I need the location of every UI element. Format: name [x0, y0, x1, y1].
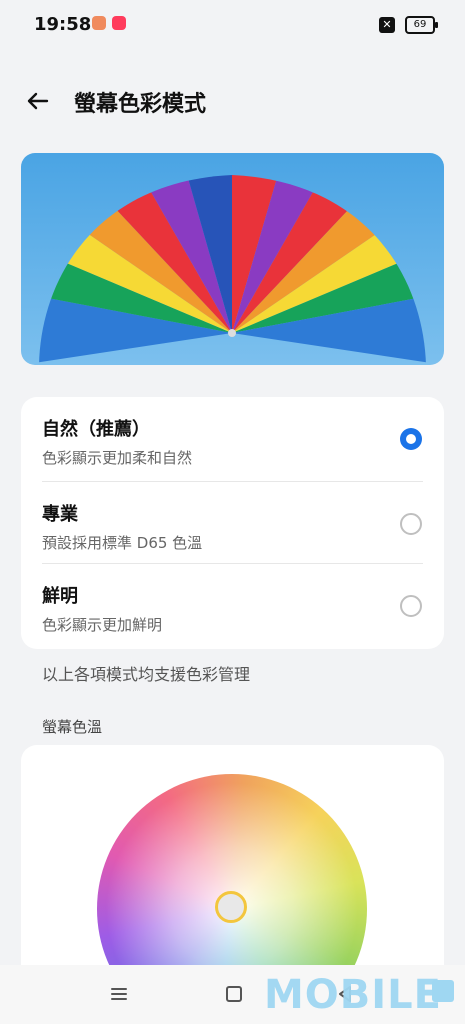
- radio-icon[interactable]: [400, 513, 422, 535]
- watermark-logo: MOBILE: [264, 972, 442, 1018]
- x-app-icon: ✕: [379, 17, 395, 33]
- option-title: 自然（推薦）: [42, 419, 150, 440]
- status-right: ✕ 69: [379, 16, 438, 34]
- option-subtitle: 色彩顯示更加柔和自然: [42, 449, 193, 467]
- battery-icon: 69: [405, 16, 438, 34]
- home-button[interactable]: [219, 979, 249, 1009]
- page-title: 螢幕色彩模式: [74, 92, 207, 117]
- option-natural[interactable]: 自然（推薦） 色彩顯示更加柔和自然: [21, 397, 444, 479]
- color-temperature-card: [21, 745, 444, 975]
- status-bar: 19:58 ✕ 69: [0, 0, 465, 52]
- color-mode-options: 自然（推薦） 色彩顯示更加柔和自然 專業 預設採用標準 D65 色溫 鮮明 色彩…: [21, 397, 444, 649]
- section-label-color-temperature: 螢幕色溫: [42, 718, 103, 736]
- radio-selected-icon[interactable]: [400, 428, 422, 450]
- parachute-preview-image: [21, 153, 444, 365]
- color-management-note: 以上各項模式均支援色彩管理: [42, 665, 251, 684]
- radio-icon[interactable]: [400, 595, 422, 617]
- option-title: 專業: [42, 504, 78, 525]
- menu-icon: [111, 988, 127, 1000]
- back-arrow-icon: [27, 92, 49, 110]
- option-professional[interactable]: 專業 預設採用標準 D65 色溫: [21, 482, 444, 564]
- wheel-handle[interactable]: [215, 891, 247, 923]
- status-time: 19:58: [34, 14, 92, 35]
- option-title: 鮮明: [42, 586, 78, 607]
- home-square-icon: [226, 986, 242, 1002]
- color-temperature-wheel[interactable]: [97, 774, 367, 975]
- status-app-icons: [92, 16, 126, 30]
- parachute-illustration: [39, 175, 426, 365]
- battery-level: 69: [413, 19, 427, 30]
- game-icon: [92, 16, 106, 30]
- option-vivid[interactable]: 鮮明 色彩顯示更加鮮明: [21, 564, 444, 646]
- video-app-icon: [112, 16, 126, 30]
- option-subtitle: 色彩顯示更加鮮明: [42, 616, 163, 634]
- option-subtitle: 預設採用標準 D65 色溫: [42, 534, 203, 552]
- page-header: 螢幕色彩模式: [0, 80, 465, 122]
- watermark-logo-mark: [432, 980, 454, 1002]
- recent-apps-button[interactable]: [104, 979, 134, 1009]
- back-button[interactable]: [22, 86, 52, 116]
